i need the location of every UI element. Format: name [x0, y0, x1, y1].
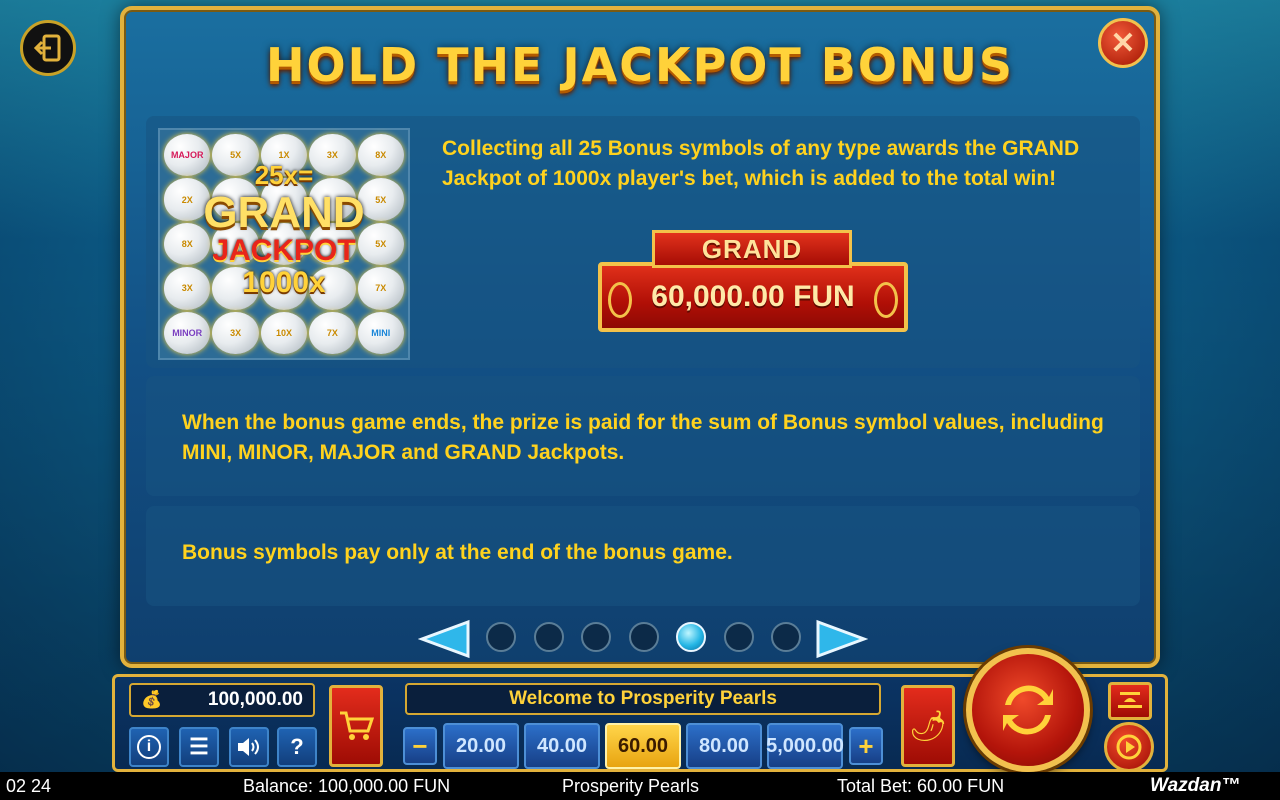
info-icon: i — [137, 735, 161, 759]
status-bar: 02 24 Balance: 100,000.00 FUN Prosperity… — [0, 772, 1280, 800]
page-dot[interactable] — [628, 622, 659, 652]
pearl-symbol: 10X — [260, 311, 308, 354]
pearl-symbol — [260, 178, 308, 221]
status-total-bet: Total Bet: 60.00 FUN — [837, 775, 1005, 796]
pearl-symbol: MINI — [357, 311, 404, 354]
pearl-symbol: 8X — [357, 134, 404, 177]
exit-button[interactable] — [20, 20, 76, 76]
pearl-symbol — [260, 267, 308, 310]
chili-icon: 🌶 — [908, 709, 948, 743]
bet-option[interactable]: 5,000.00 — [766, 723, 844, 769]
pearl-symbol: 3X — [309, 134, 356, 177]
info-button[interactable]: i — [129, 727, 169, 767]
autoplay-icon — [1116, 734, 1142, 760]
pearl-symbol — [309, 222, 356, 266]
balance-field: 💰 100,000.00 — [129, 683, 315, 717]
pearl-symbol: MINOR — [164, 311, 211, 354]
status-game-name: Prosperity Pearls — [562, 775, 700, 796]
pearl-symbol: 3X — [164, 267, 211, 310]
next-page-arrow[interactable] — [816, 618, 868, 660]
bet-option[interactable]: 80.00 — [686, 723, 762, 769]
page-dot[interactable] — [581, 622, 611, 652]
pearl-symbol — [212, 267, 259, 310]
spin-icon — [1003, 685, 1053, 735]
bet-option-selected[interactable]: 60.00 — [605, 723, 681, 769]
pearl-symbol: 2X — [164, 178, 211, 221]
bet-increase-button[interactable]: + — [849, 727, 883, 765]
message-banner: Welcome to Prosperity Pearls — [405, 683, 881, 715]
wazdan-logo: Wazdan™ — [1150, 775, 1241, 796]
pearl-symbol: 7X — [309, 311, 356, 354]
cart-icon — [340, 711, 374, 740]
hat-icon — [1118, 692, 1142, 708]
bet-option[interactable]: 40.00 — [524, 723, 600, 769]
plus-icon: + — [858, 730, 874, 761]
pearl-symbol — [309, 178, 356, 221]
pearl-symbol — [212, 178, 259, 221]
sound-icon — [238, 738, 259, 756]
page-dot[interactable] — [533, 622, 564, 652]
close-icon: ✕ — [1110, 26, 1136, 60]
help-button[interactable]: ? — [277, 727, 317, 767]
pearl-symbol — [309, 267, 356, 310]
paytable-panel: HOLD THE JACKPOT BONUS ✕ MAJOR 5X 1X 3X 8X 2X… — [120, 6, 1160, 668]
page-dot[interactable] — [723, 622, 754, 652]
menu-icon: ☰ — [189, 734, 209, 759]
hat-button[interactable] — [1108, 682, 1152, 720]
close-button[interactable]: ✕ — [1098, 18, 1148, 68]
description-prize: When the bonus game ends, the prize is p… — [182, 411, 1104, 464]
pearl-symbol: 5X — [357, 178, 404, 221]
status-balance: Balance: 100,000.00 FUN — [243, 775, 451, 796]
pearl-symbol — [260, 222, 308, 266]
description-grand: Collecting all 25 Bonus symbols of any t… — [442, 137, 1080, 190]
buy-button[interactable] — [329, 685, 383, 767]
menu-button[interactable]: ☰ — [179, 727, 219, 767]
spin-button[interactable] — [966, 648, 1090, 772]
sound-button[interactable] — [229, 727, 269, 767]
prev-page-arrow[interactable] — [418, 618, 470, 660]
minus-icon: − — [412, 730, 428, 761]
grand-jackpot-value: 60,000.00 FUN — [598, 262, 908, 332]
bonus-grid-image: MAJOR 5X 1X 3X 8X 2X 5X 8X 5X 3X 7X MINOR 3X 10X 7X MIN… — [158, 128, 410, 360]
autoplay-button[interactable] — [1104, 722, 1154, 772]
feature-button[interactable]: 🌶 — [901, 685, 955, 767]
page-dot[interactable] — [771, 622, 801, 652]
bet-decrease-button[interactable]: − — [403, 727, 437, 765]
clock: 02 24 — [6, 775, 52, 796]
page-dot[interactable] — [486, 622, 516, 652]
pearl-symbol — [212, 222, 259, 266]
page-title: HOLD THE JACKPOT BONUS — [266, 38, 1014, 92]
money-bag-icon: 💰 — [141, 690, 163, 709]
exit-icon — [33, 34, 61, 62]
description-pay-end: Bonus symbols pay only at the end of the… — [182, 541, 733, 564]
balance-value: 100,000.00 — [207, 689, 303, 710]
grand-jackpot-label: GRAND — [652, 230, 852, 268]
pearl-symbol: 1X — [260, 134, 308, 177]
bet-option[interactable]: 20.00 — [443, 723, 519, 769]
pearl-symbol: 7X — [357, 267, 404, 310]
pearl-symbol: 3X — [212, 311, 259, 354]
page-dot-active[interactable] — [676, 622, 706, 652]
pearl-symbol: 8X — [164, 222, 211, 266]
pearl-symbol: MAJOR — [164, 134, 211, 177]
pearl-symbol: 5X — [212, 134, 259, 177]
help-icon: ? — [290, 734, 304, 759]
pearl-symbol: 5X — [357, 222, 404, 266]
